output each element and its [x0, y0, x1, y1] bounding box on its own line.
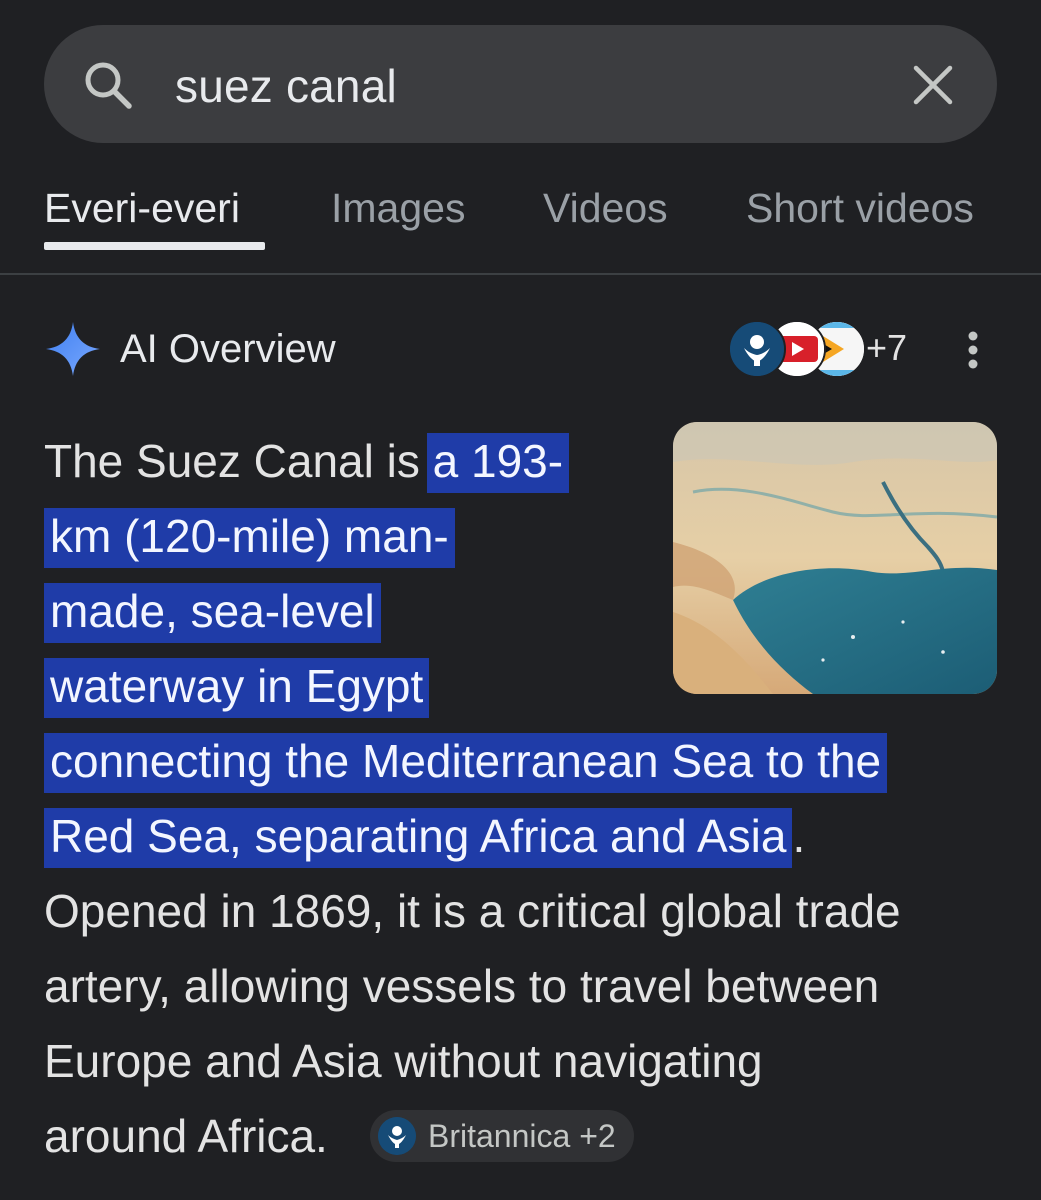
tab-images[interactable]: Images — [331, 180, 465, 240]
text-line-6: Red Sea, separating Africa and Asia. — [44, 799, 805, 874]
text-line-4: waterway in Egypt — [44, 649, 430, 724]
text-line-7: Opened in 1869, it is a critical global … — [44, 885, 901, 937]
close-icon[interactable] — [908, 60, 958, 110]
text-line-1: The Suez Canal is a 193- — [44, 424, 570, 499]
sparkle-icon — [46, 322, 100, 376]
text-line-10: around Africa. — [44, 1110, 328, 1162]
tab-short-videos[interactable]: Short videos — [746, 180, 974, 240]
text-highlight[interactable]: a 193- — [426, 433, 570, 493]
more-vert-icon[interactable] — [955, 326, 991, 374]
text-highlight[interactable]: waterway in Egypt — [44, 658, 430, 718]
search-input[interactable]: suez canal — [175, 58, 397, 114]
text-line-3: made, sea-level — [44, 574, 381, 649]
tab-bar: Everi-everi Images Videos Short videos — [0, 180, 1041, 275]
divider — [0, 273, 1041, 275]
text-highlight[interactable]: connecting the Mediterranean Sea to the — [44, 733, 888, 793]
citation-chip[interactable]: Britannica +2 — [370, 1110, 634, 1162]
text-plain: The Suez Canal is — [44, 435, 433, 487]
search-icon[interactable] — [80, 57, 136, 113]
text-line-9: Europe and Asia without navigating — [44, 1035, 763, 1087]
text-highlight[interactable]: Red Sea, separating Africa and Asia — [44, 808, 793, 868]
text-highlight[interactable]: made, sea-level — [44, 583, 381, 643]
tab-videos[interactable]: Videos — [543, 180, 668, 240]
text-plain: . — [792, 810, 806, 862]
text-line-8: artery, allowing vessels to travel betwe… — [44, 960, 880, 1012]
text-line-5: connecting the Mediterranean Sea to the — [44, 724, 888, 799]
active-tab-indicator — [44, 242, 265, 250]
text-highlight[interactable]: km (120-mile) man- — [44, 508, 455, 568]
ai-overview-title: AI Overview — [120, 327, 336, 371]
suez-canal-thumbnail[interactable] — [673, 422, 997, 694]
citation-label: Britannica +2 — [428, 1118, 616, 1154]
more-sources-count[interactable]: +7 — [866, 326, 907, 370]
source-avatars[interactable] — [728, 320, 868, 378]
text-line-2: km (120-mile) man- — [44, 499, 455, 574]
tab-all[interactable]: Everi-everi — [44, 180, 240, 240]
britannica-logo-icon — [378, 1117, 416, 1155]
britannica-logo-icon — [728, 320, 786, 378]
